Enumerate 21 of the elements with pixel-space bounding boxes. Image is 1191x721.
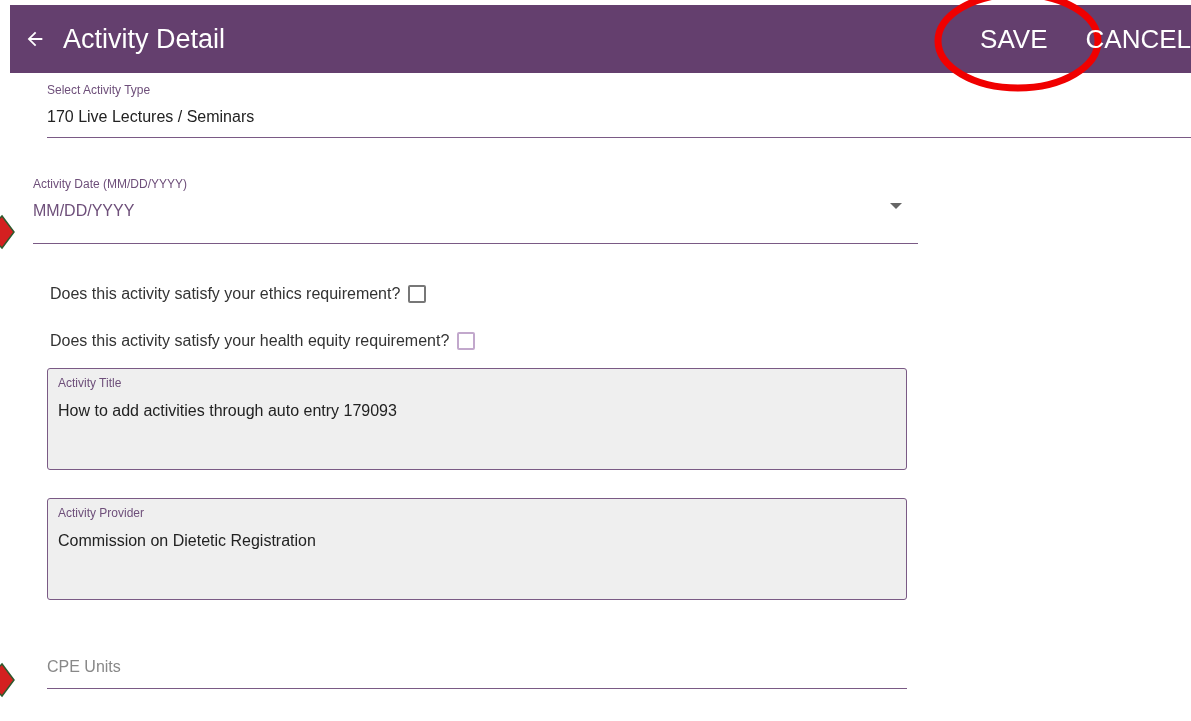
field-value: 170 Live Lectures / Seminars — [47, 108, 256, 126]
save-button[interactable]: SAVE — [980, 23, 1048, 55]
question-text: Does this activity satisfy your health equity requirement? — [50, 332, 450, 350]
page-title: Activity Detail — [63, 23, 226, 55]
activity-provider-field[interactable]: Activity Provider Commission on Dietetic Registration — [47, 498, 907, 600]
field-label: Select Activity Type — [47, 83, 152, 97]
field-label: Activity Title — [58, 376, 123, 390]
field-value: Commission on Dietetic Registration — [58, 532, 317, 550]
cpe-units-field[interactable]: CPE Units — [47, 658, 907, 689]
activity-type-field[interactable]: Select Activity Type 170 Live Lectures / Seminars — [47, 73, 1191, 138]
date-placeholder: MM/DD/YYYY — [33, 202, 135, 220]
field-label: Activity Provider — [58, 506, 146, 520]
field-label: Activity Date (MM/DD/YYYY) — [33, 177, 189, 191]
checkbox[interactable] — [408, 285, 427, 303]
dropdown-caret-icon — [890, 202, 902, 209]
field-value: How to add activities through auto entry 179093 — [58, 402, 398, 420]
activity-title-field[interactable]: Activity Title How to add activities through auto entry 179093 — [47, 368, 907, 470]
question-text: Does this activity satisfy your ethics requirement? — [50, 285, 401, 303]
date-field[interactable]: Activity Date (MM/DD/YYYY) MM/DD/YYYY — [33, 177, 918, 244]
field-placeholder: CPE Units — [47, 658, 121, 675]
checkbox[interactable] — [457, 332, 476, 350]
